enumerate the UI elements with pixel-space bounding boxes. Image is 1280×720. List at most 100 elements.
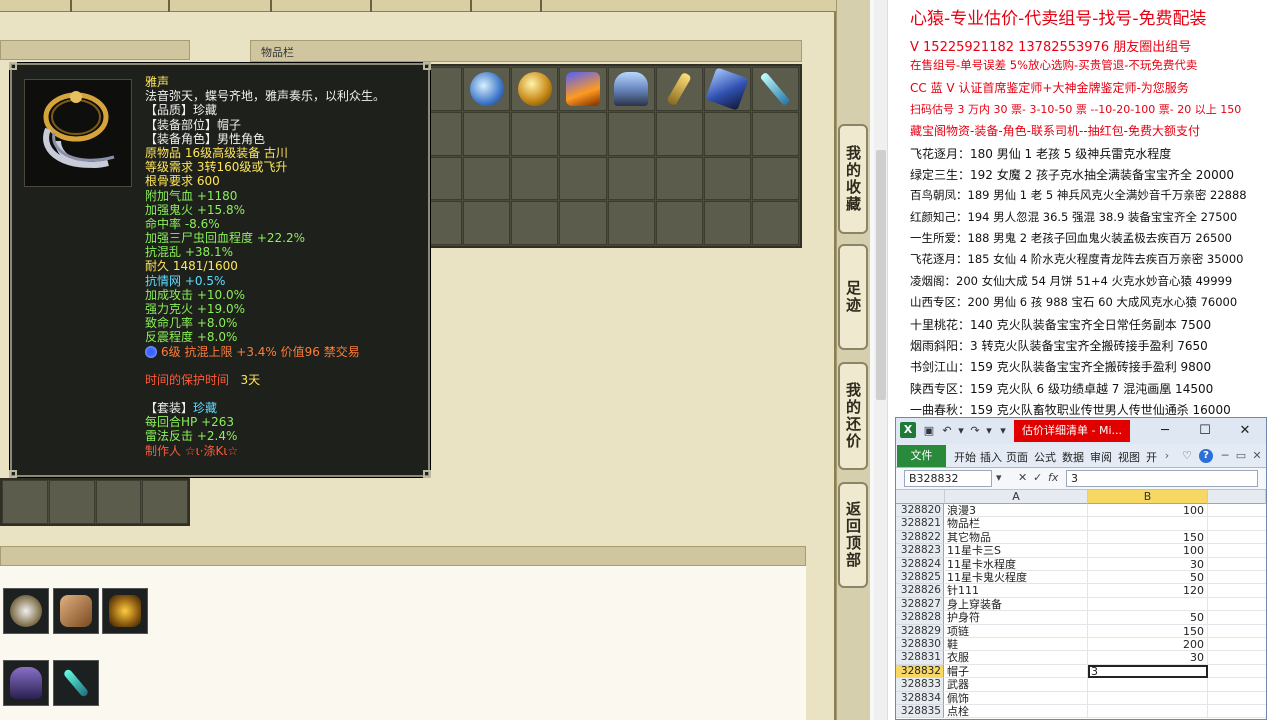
inventory-slot[interactable] [751,67,799,111]
cell-a[interactable]: 身上穿装备 [945,597,1088,612]
redo-dropdown-icon[interactable]: ▾ [982,424,996,438]
inventory-slot[interactable] [607,67,655,111]
inventory-slot[interactable] [559,156,607,201]
cell-a[interactable]: 佩饰 [945,691,1088,705]
row-number[interactable]: 328820 [896,504,944,518]
tab-home[interactable]: 开始 [954,449,976,465]
cell-b[interactable]: 200 [1088,638,1208,652]
inventory-slot[interactable] [463,156,511,201]
cell-c[interactable] [1208,531,1266,545]
cell-a[interactable]: 物品栏 [945,517,1088,531]
cell-b[interactable]: 150 [1088,530,1208,545]
cell-c[interactable] [1208,598,1266,612]
close-button[interactable]: ✕ [1232,421,1258,441]
row-number[interactable]: 328833 [896,678,944,692]
footprint-button[interactable]: 足迹 [838,244,868,350]
cell-a[interactable]: 点栓 [945,705,1088,719]
cell-a[interactable]: 武器 [945,678,1088,692]
tab-formulas[interactable]: 公式 [1034,449,1056,465]
cell-b[interactable] [1088,705,1208,719]
heart-icon[interactable]: ♡ [1180,449,1194,463]
cell-c[interactable] [1208,705,1266,719]
tab-review[interactable]: 审阅 [1090,449,1112,465]
cell-c[interactable] [1208,665,1266,679]
cell-a[interactable]: 11星卡水程度 [945,557,1088,571]
ribbon-minimize-icon[interactable]: ─ [1218,449,1232,463]
equip-slot[interactable] [3,660,49,706]
tab-more[interactable]: 开 [1146,449,1157,465]
cell-a[interactable]: 项链 [945,624,1088,638]
cell-a[interactable]: 其它物品 [945,530,1088,545]
inventory-slot[interactable] [511,67,559,111]
inventory-slot[interactable] [703,156,751,201]
cell-c[interactable] [1208,558,1266,571]
cell-b[interactable]: 50 [1088,571,1208,585]
row-number[interactable]: 328822 [896,530,944,545]
inventory-slot[interactable] [607,201,655,245]
inventory-slot[interactable] [655,111,703,156]
cell-c[interactable] [1208,504,1266,518]
cell-a[interactable]: 浪漫3 [945,504,1088,518]
cell-b[interactable]: 30 [1088,651,1208,665]
equip-slot[interactable] [53,660,99,706]
cell-c[interactable] [1208,517,1266,531]
equip-slot[interactable] [102,588,148,634]
formula-input[interactable]: 3 [1066,470,1258,487]
inventory-slot[interactable] [751,156,799,201]
redo-icon[interactable]: ↷ [968,424,982,438]
tab-view[interactable]: 视图 [1118,449,1140,465]
inventory-slot[interactable] [703,111,751,156]
cell-a[interactable]: 鞋 [945,638,1088,652]
inventory-slot[interactable] [607,111,655,156]
name-box[interactable]: B328832 [904,470,992,487]
enter-icon[interactable]: ✓ [1033,471,1042,484]
inventory-slot[interactable] [559,201,607,245]
inventory-slot[interactable] [511,201,559,245]
row-number[interactable]: 328828 [896,611,944,625]
row-number[interactable]: 328829 [896,624,944,638]
cell-b[interactable]: 150 [1088,624,1208,638]
cell-a[interactable]: 11星卡三S [945,544,1088,558]
function-icon[interactable]: fx [1048,471,1058,484]
row-number[interactable]: 328825 [896,571,944,585]
inventory-slot[interactable] [559,111,607,156]
row-number[interactable]: 328824 [896,557,944,571]
file-tab[interactable]: 文件 [897,445,946,467]
cell-b[interactable]: 100 [1088,544,1208,558]
inventory-slot[interactable] [703,67,751,111]
cell-b[interactable] [1088,691,1208,705]
cell-b[interactable] [1088,517,1208,531]
cell-c[interactable] [1208,678,1266,692]
cancel-icon[interactable]: ✕ [1018,471,1027,484]
row-number[interactable]: 328834 [896,691,944,705]
cell-c[interactable] [1208,584,1266,598]
inventory-slot[interactable] [511,156,559,201]
inventory-slot[interactable] [703,201,751,245]
undo-icon[interactable]: ↶ [940,424,954,438]
my-favorites-button[interactable]: 我的收藏 [838,124,868,234]
inventory-slot[interactable] [559,67,607,111]
scroll-thumb[interactable] [876,150,886,400]
customize-toolbar-icon[interactable]: ▾ [996,424,1010,438]
row-number[interactable]: 328832 [896,664,944,679]
my-bargain-button[interactable]: 我的还价 [838,362,868,470]
inventory-slot[interactable] [48,480,95,524]
cell-a[interactable]: 11星卡鬼火程度 [945,571,1088,585]
cell-c[interactable] [1208,651,1266,665]
cell-c[interactable] [1208,544,1266,558]
row-number[interactable]: 328821 [896,517,944,531]
equip-slot[interactable] [3,588,49,634]
cell-b[interactable] [1088,597,1208,612]
column-header-a[interactable]: A [945,490,1088,504]
undo-dropdown-icon[interactable]: ▾ [954,424,968,438]
save-icon[interactable]: ▣ [922,424,936,438]
cell-c[interactable] [1208,571,1266,585]
inventory-slot[interactable] [751,201,799,245]
inventory-slot[interactable] [655,156,703,201]
cell-b[interactable]: 100 [1088,504,1208,518]
inventory-slot[interactable] [751,111,799,156]
back-to-top-button[interactable]: 返回顶部 [838,482,868,588]
inventory-slot[interactable] [463,111,511,156]
column-header-c[interactable] [1208,490,1266,504]
inventory-slot[interactable] [95,480,142,524]
